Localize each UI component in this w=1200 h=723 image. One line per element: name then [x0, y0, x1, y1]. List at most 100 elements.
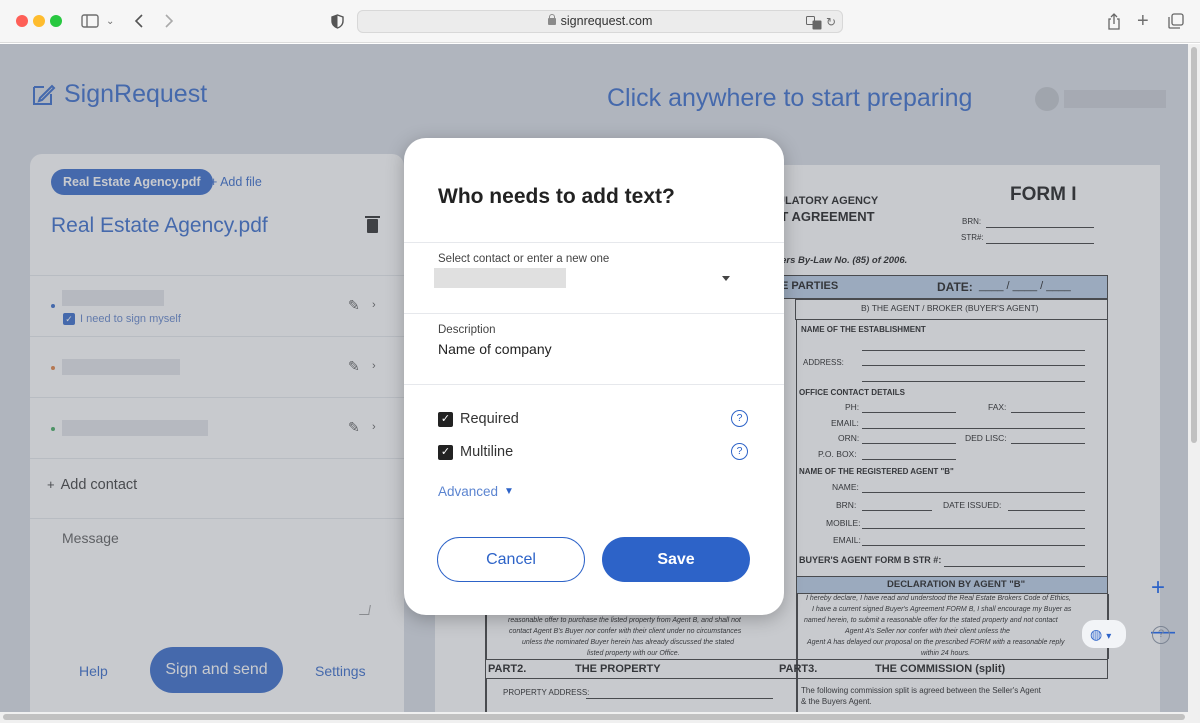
divider — [30, 518, 404, 519]
brn-label: BRN: — [962, 217, 982, 226]
file-tab[interactable]: Real Estate Agency.pdf — [51, 169, 213, 195]
pen-icon[interactable]: ✎ — [348, 297, 360, 314]
help-float-icon[interactable]: ? — [1152, 626, 1170, 644]
pobox-label: P.O. BOX: — [818, 449, 857, 459]
chevron-down-icon[interactable]: ⌄ — [106, 11, 114, 31]
question-circle-icon[interactable]: ? — [731, 410, 748, 427]
multiline-checkbox[interactable]: ✓ Multiline — [438, 444, 513, 460]
brn2-label: BRN: — [836, 500, 857, 510]
part2-label: PART2. — [488, 663, 527, 675]
description-input[interactable]: Name of company — [438, 341, 552, 357]
add-text-modal: Who needs to add text? Select contact or… — [404, 138, 784, 615]
forward-icon[interactable] — [164, 11, 174, 31]
chevron-right-icon[interactable]: › — [372, 360, 376, 372]
chevron-right-icon[interactable]: › — [372, 299, 376, 311]
shield-icon[interactable] — [331, 11, 344, 31]
doc-heading-1: ULATORY AGENCY — [777, 195, 879, 207]
establishment-label: NAME OF THE ESTABLISHMENT — [801, 325, 926, 334]
status-dot — [51, 366, 55, 370]
check-icon: ✓ — [438, 444, 453, 460]
fax-label: FAX: — [988, 402, 1007, 412]
form-title: FORM I — [1010, 184, 1077, 205]
new-tab-icon[interactable]: + — [1137, 10, 1149, 32]
contact-label: Select contact or enter a new one — [438, 253, 610, 265]
decl-line-4: Agent A's Seller nor confer with their c… — [845, 628, 1010, 635]
pen-icon[interactable]: ✎ — [348, 358, 360, 375]
cancel-button[interactable]: Cancel — [437, 537, 585, 582]
add-contact-button[interactable]: + Add contact — [47, 477, 137, 493]
form-b-label: BUYER'S AGENT FORM B STR #: — [799, 555, 942, 565]
address-label: ADDRESS: — [803, 358, 844, 367]
add-file-link[interactable]: + Add file — [210, 175, 262, 189]
settings-link[interactable]: Settings — [315, 663, 366, 679]
decl-line-3: named herein, to submit a reasonable off… — [804, 617, 1058, 624]
divider — [30, 458, 404, 459]
decl-line-2: I have a current signed Buyer's Agreemen… — [812, 606, 1072, 613]
str-label: STR#: — [961, 233, 984, 242]
check-icon: ✓ — [63, 313, 75, 325]
minimize-window-button[interactable] — [33, 15, 45, 27]
check-icon: ✓ — [438, 411, 453, 427]
contact-row[interactable]: ✎ › — [30, 337, 404, 397]
sidebar-toggle-icon[interactable] — [81, 11, 99, 31]
side-panel: Real Estate Agency.pdf + Add file Real E… — [30, 154, 404, 712]
sign-and-send-button[interactable]: Sign and send — [150, 647, 283, 693]
contact-row[interactable]: ✓ I need to sign myself ✎ › — [30, 276, 404, 336]
contact-select-input[interactable] — [434, 268, 566, 288]
language-selector[interactable]: ◍ ▾ — [1082, 620, 1126, 648]
dropdown-caret-icon[interactable] — [722, 276, 730, 281]
left-line-1: reasonable offer to purchase the listed … — [508, 617, 741, 624]
share-icon[interactable] — [1107, 11, 1121, 31]
back-icon[interactable] — [134, 11, 144, 31]
declaration-title: DECLARATION BY AGENT "B" — [887, 579, 1026, 590]
zoom-in-icon[interactable]: + — [1151, 574, 1165, 602]
property-address-label: PROPERTY ADDRESS: — [503, 688, 590, 697]
advanced-toggle[interactable]: Advanced ▼ — [438, 484, 514, 499]
lock-icon — [547, 14, 556, 25]
status-dot — [51, 304, 55, 308]
save-button[interactable]: Save — [602, 537, 750, 582]
email-label: EMAIL: — [831, 418, 859, 428]
fullscreen-window-button[interactable] — [50, 15, 62, 27]
registered-agent-label: NAME OF THE REGISTERED AGENT "B" — [799, 467, 954, 476]
horizontal-scroll-thumb[interactable] — [3, 714, 1185, 720]
commission-label: THE COMMISSION (split) — [875, 663, 1006, 675]
globe-icon: ◍ — [1090, 626, 1103, 642]
self-sign-checkbox[interactable]: ✓ I need to sign myself — [63, 313, 181, 325]
agent-b-title: B) THE AGENT / BROKER (BUYER'S AGENT) — [861, 303, 1039, 313]
message-textarea[interactable]: Message — [62, 530, 119, 546]
divider — [404, 313, 784, 314]
contact-row[interactable]: ✎ › — [30, 398, 404, 458]
left-line-3: unless the nominated Buyer herein has al… — [522, 639, 735, 646]
sidebar-footer: Help Sign and send Settings — [30, 647, 404, 693]
multiline-label: Multiline — [460, 444, 514, 460]
plus-icon: + — [47, 477, 55, 492]
chevron-right-icon[interactable]: › — [372, 421, 376, 433]
logo-text: SignRequest — [64, 80, 208, 108]
property-label: THE PROPERTY — [575, 663, 661, 675]
ded-label: DED LISC: — [965, 433, 1007, 443]
trash-icon[interactable] — [365, 216, 380, 233]
add-contact-label: Add contact — [60, 477, 138, 493]
help-link[interactable]: Help — [79, 663, 108, 679]
email2-label: EMAIL: — [833, 535, 861, 545]
pen-icon[interactable]: ✎ — [348, 419, 360, 436]
question-circle-icon[interactable]: ? — [731, 443, 748, 460]
close-window-button[interactable] — [16, 15, 28, 27]
vertical-scroll-thumb[interactable] — [1191, 47, 1197, 443]
reload-icon[interactable]: ↻ — [826, 12, 836, 32]
tabs-overview-icon[interactable] — [1168, 11, 1184, 31]
address-bar[interactable]: signrequest.com ↻ — [357, 10, 843, 33]
chevron-down-icon: ▾ — [1106, 631, 1112, 642]
date-fields: ____ / ____ / ____ — [979, 280, 1071, 292]
divider — [404, 242, 784, 243]
contact-name-placeholder — [62, 420, 208, 436]
required-checkbox[interactable]: ✓ Required — [438, 411, 519, 427]
app-logo[interactable]: SignRequest — [30, 80, 207, 109]
avatar[interactable] — [1035, 87, 1059, 111]
date-issued-label: DATE ISSUED: — [943, 500, 1002, 510]
translate-icon[interactable] — [806, 13, 822, 33]
user-name-placeholder[interactable] — [1064, 90, 1166, 108]
self-sign-label: I need to sign myself — [80, 313, 181, 325]
resize-handle-icon[interactable] — [359, 605, 371, 615]
